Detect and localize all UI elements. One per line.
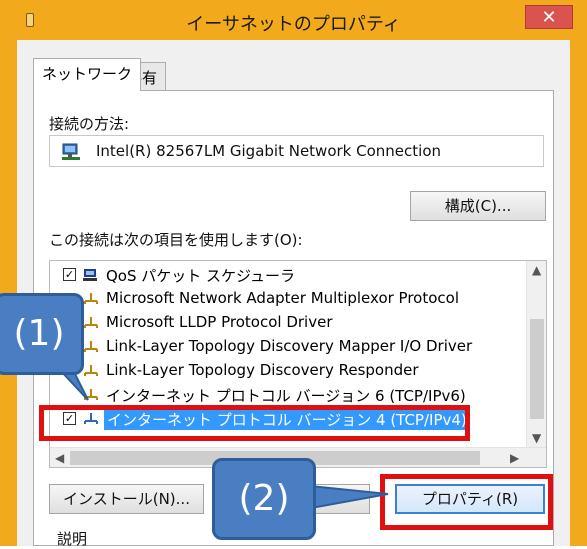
tab-network[interactable]: ネットワーク	[33, 58, 142, 91]
callout-2: (2)	[212, 458, 316, 540]
callout-1: (1)	[0, 293, 84, 375]
properties-window: イーサネットのプロパティ ✕ ネットワーク 共有 接続の方法: Intel(R)…	[0, 0, 587, 548]
